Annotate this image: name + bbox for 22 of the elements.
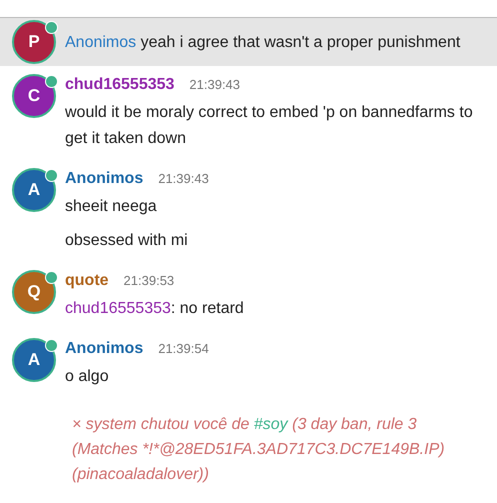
username[interactable]: quote — [65, 272, 109, 290]
timestamp: 21:39:54 — [158, 341, 209, 356]
user-avatar[interactable]: P — [12, 20, 56, 64]
timestamp: 21:39:43 — [158, 171, 209, 186]
timestamp: 21:39:43 — [189, 77, 240, 92]
user-avatar[interactable]: C — [12, 74, 56, 118]
mention-link[interactable]: chud16555353 — [65, 300, 171, 317]
message-text: would it be moraly correct to embed 'p on bannedfarms to get it taken down — [65, 103, 474, 149]
message-text: Anonimos yeah i agree that wasn't a proper punishment — [65, 33, 462, 53]
user-avatar[interactable]: A — [12, 168, 56, 212]
user-avatar[interactable]: A — [12, 338, 56, 382]
message-text: o algo — [65, 367, 110, 387]
timestamp: 21:39:53 — [124, 273, 174, 288]
mention-link[interactable]: Anonimos — [65, 34, 136, 51]
message-text: chud16555353: no retard — [65, 299, 245, 319]
user-avatar[interactable]: Q — [12, 270, 56, 314]
system-notice: × system chutou você de #soy (3 day ban, rule 3 (Matches *!*@28ED51FA.3AD717C3.DC7E149B.IP) (pinacoaladalover)) — [72, 415, 446, 485]
message-text: sheeit neega — [65, 197, 158, 217]
username[interactable]: chud16555353 — [65, 76, 174, 94]
message-text: obsessed with mi — [65, 231, 189, 251]
username[interactable]: Anonimos — [65, 170, 144, 188]
username[interactable]: Anonimos — [65, 340, 144, 358]
